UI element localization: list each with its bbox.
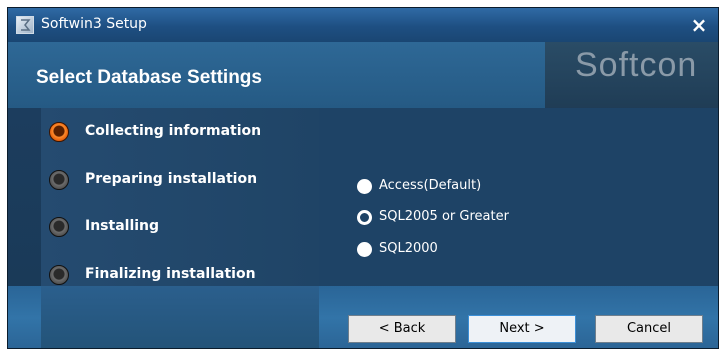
page-title: Select Database Settings — [36, 67, 262, 88]
option-sql2005[interactable]: SQL2005 or Greater — [357, 207, 557, 227]
pending-step-icon — [49, 217, 69, 237]
app-icon — [16, 16, 34, 34]
pending-step-icon — [49, 170, 69, 190]
logo-text: Softcon — [575, 46, 698, 84]
step-installing: Installing — [49, 216, 309, 240]
next-button[interactable]: Next > — [468, 315, 576, 343]
step-finalizing: Finalizing installation — [49, 264, 309, 288]
database-options-panel: Access(Default) SQL2005 or Greater SQL20… — [319, 108, 718, 286]
progress-steps-panel: Collecting information Preparing install… — [41, 108, 319, 286]
step-label: Preparing installation — [85, 171, 258, 187]
close-icon[interactable]: × — [688, 14, 710, 36]
cancel-button[interactable]: Cancel — [595, 315, 703, 343]
step-label: Finalizing installation — [85, 266, 256, 282]
option-label: SQL2000 — [379, 241, 438, 256]
softcon-logo: Softcon — [545, 42, 718, 110]
option-sql2000[interactable]: SQL2000 — [357, 239, 557, 259]
title-bar[interactable]: Softwin3 Setup × — [8, 8, 718, 42]
option-label: SQL2005 or Greater — [379, 209, 509, 224]
step-collecting: Collecting information — [49, 121, 309, 145]
step-label: Collecting information — [85, 123, 262, 139]
radio-button[interactable] — [357, 242, 372, 257]
active-step-icon — [49, 122, 69, 142]
page-header: Select Database Settings Softcon — [8, 42, 718, 110]
back-button[interactable]: < Back — [348, 315, 456, 343]
radio-button-selected[interactable] — [357, 210, 372, 225]
step-label: Installing — [85, 218, 160, 234]
button-bar: < Back Next > Cancel — [8, 286, 718, 348]
pending-step-icon — [49, 265, 69, 285]
step-preparing: Preparing installation — [49, 169, 309, 193]
option-access[interactable]: Access(Default) — [357, 176, 557, 196]
window-title: Softwin3 Setup — [41, 16, 147, 32]
footer-left-panel — [41, 286, 319, 348]
content-area: Collecting information Preparing install… — [8, 108, 718, 286]
option-label: Access(Default) — [379, 178, 482, 193]
radio-button[interactable] — [357, 179, 372, 194]
setup-window: Softwin3 Setup × Select Database Setting… — [7, 7, 719, 349]
